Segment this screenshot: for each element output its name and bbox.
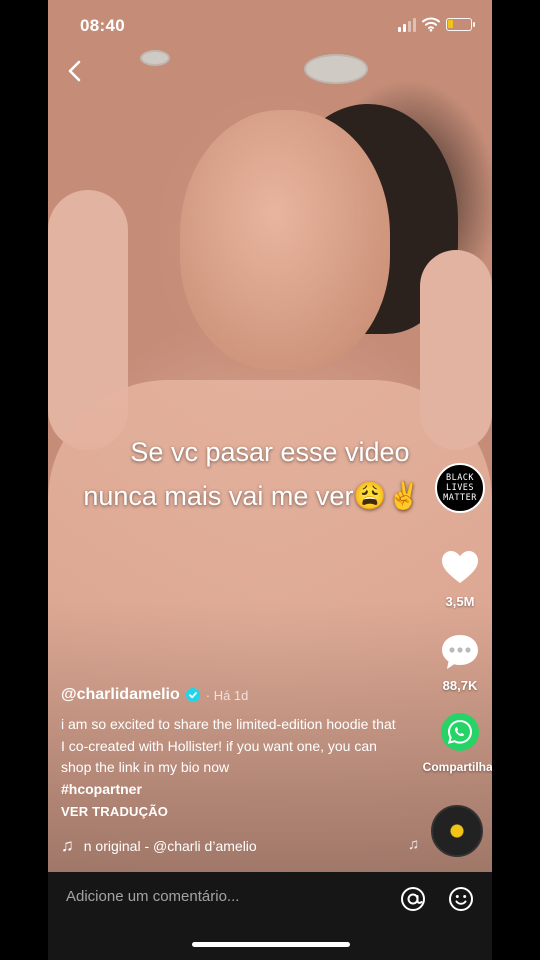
like-button[interactable]: 3,5M	[428, 548, 492, 609]
mention-icon[interactable]	[400, 886, 426, 912]
emoji-icon[interactable]	[448, 886, 474, 912]
music-note-icon: ♫	[61, 836, 74, 855]
ceiling-light	[304, 54, 368, 84]
share-button[interactable]: Compartilhar	[412, 712, 492, 774]
comment-button[interactable]: 88,7K	[428, 632, 492, 693]
battery-icon	[446, 18, 475, 31]
music-info[interactable]: ♫ n original - @charli d’amelio	[61, 836, 257, 856]
comment-bar: Adicione um comentário...	[48, 872, 492, 960]
video-face	[180, 110, 390, 370]
wifi-icon	[422, 17, 440, 32]
avatar-text-3: MATTER	[443, 493, 477, 503]
music-note-icon: ♫	[408, 836, 420, 853]
profile-avatar[interactable]: BLACK LIVES MATTER	[435, 463, 485, 513]
video-sleeve-right	[420, 250, 492, 450]
status-time: 08:40	[80, 16, 125, 35]
chevron-left-icon[interactable]	[62, 56, 88, 86]
cellular-signal-icon	[398, 18, 416, 32]
avatar-text-1: BLACK	[445, 473, 475, 483]
music-disc[interactable]	[431, 805, 483, 857]
post-description: i am so excited to share the limited-edi…	[61, 716, 396, 775]
overlay-line-2: nunca mais vai me ver😩✌️	[83, 481, 421, 511]
share-label: Compartilhar	[422, 760, 492, 774]
whatsapp-icon	[441, 713, 479, 751]
tiktok-screen: 08:40 Se vc pasar esse video nunca mais …	[48, 0, 492, 960]
comment-count: 88,7K	[442, 678, 478, 693]
like-count: 3,5M	[445, 594, 475, 609]
avatar-text-2: LIVES	[445, 483, 475, 493]
username[interactable]: @charlidamelio	[61, 686, 180, 704]
post-time: · Há 1d	[205, 687, 249, 703]
verified-badge-icon	[185, 688, 200, 702]
overlay-line-1: Se vc pasar esse video	[130, 437, 410, 467]
heart-icon	[442, 551, 478, 583]
battery-level	[448, 20, 453, 28]
letterbox-right	[492, 0, 540, 960]
video-text-overlay: Se vc pasar esse video nunca mais vai me…	[48, 430, 492, 518]
comment-input[interactable]: Adicione um comentário...	[66, 888, 239, 905]
username-row: @charlidamelio · Há 1d	[61, 686, 401, 704]
letterbox-left	[0, 0, 48, 960]
comment-icon	[442, 635, 478, 669]
post-info: @charlidamelio · Há 1d i am so excited t…	[61, 686, 401, 819]
ceiling-light	[140, 50, 170, 66]
translate-button[interactable]: VER TRADUÇÃO	[61, 804, 401, 819]
music-title: n original - @charli d’amelio	[83, 838, 257, 854]
home-indicator	[192, 942, 350, 947]
hashtag-link[interactable]: #hcopartner	[61, 779, 401, 800]
